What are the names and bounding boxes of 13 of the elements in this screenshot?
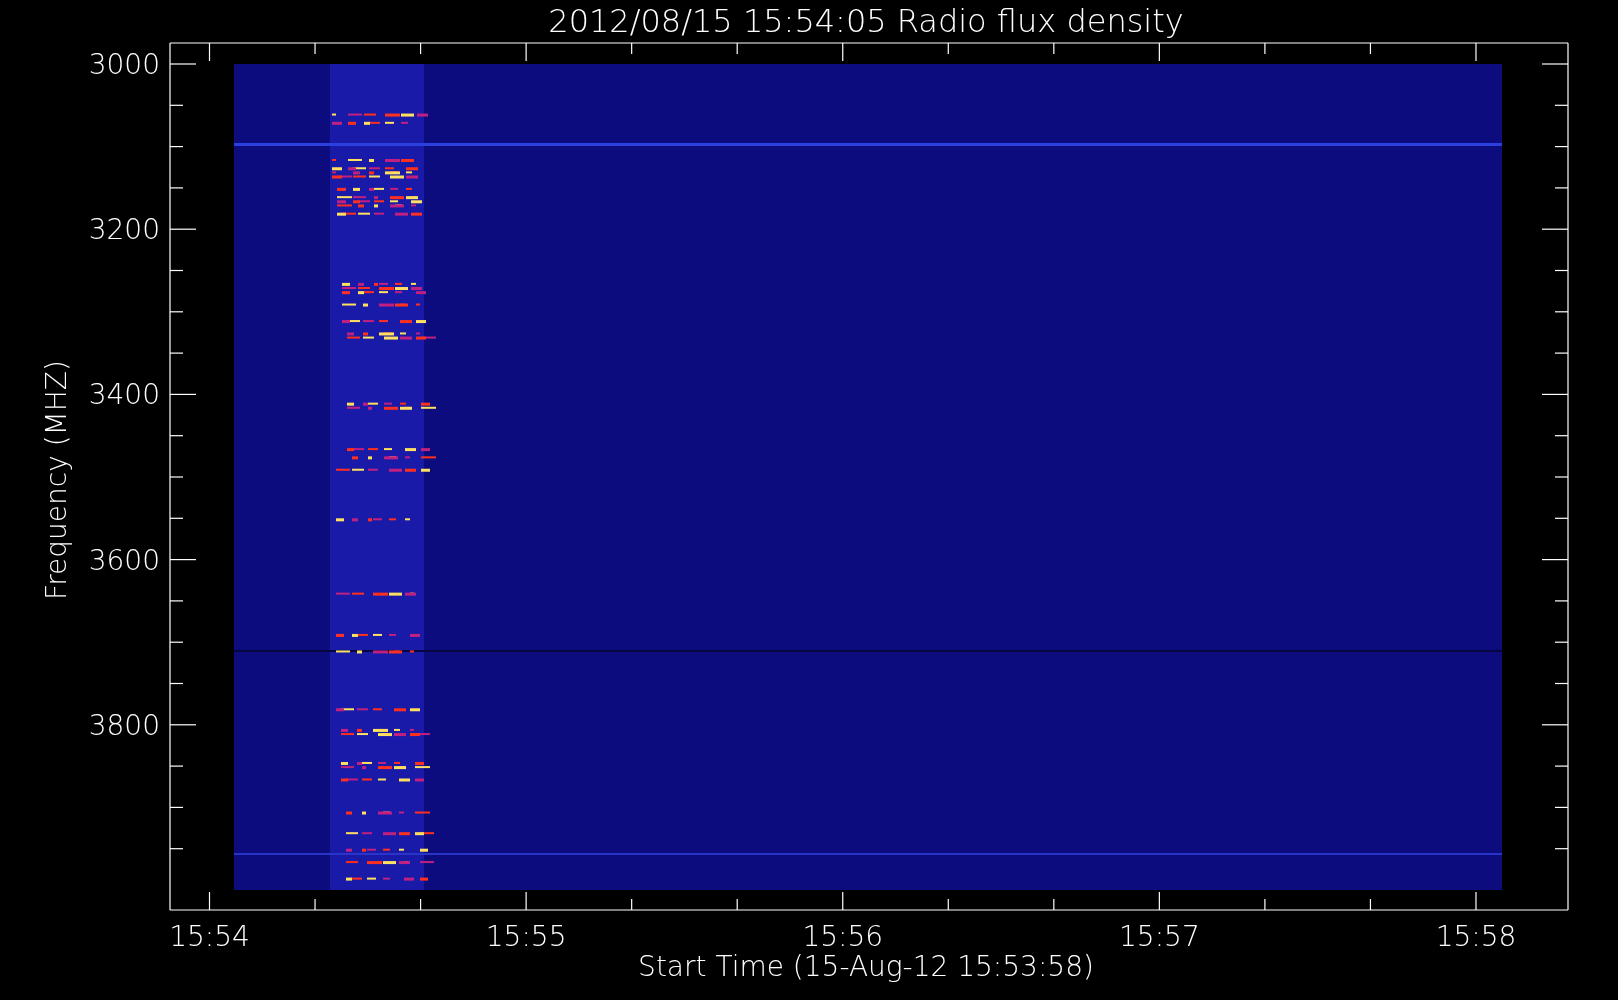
- tick-label: 3600: [88, 543, 160, 577]
- tick-label: 3800: [88, 708, 160, 742]
- tick-label: 3400: [88, 378, 160, 412]
- tick-label: 3200: [88, 213, 160, 247]
- plot-title: 2012/08/15 15:54:05 Radio flux density: [548, 2, 1184, 40]
- axis-label: Start Time (15-Aug-12 15:53:58): [638, 950, 1094, 983]
- tick-label: 15:58: [1435, 920, 1517, 953]
- tick-label: 15:56: [802, 920, 884, 953]
- axis-label: Frequency (MHZ): [40, 360, 73, 600]
- tick-label: 3000: [88, 48, 160, 81]
- tick-label: 15:55: [485, 920, 567, 953]
- tick-label: 15:54: [169, 920, 250, 953]
- tick-label: 15:57: [1119, 920, 1200, 953]
